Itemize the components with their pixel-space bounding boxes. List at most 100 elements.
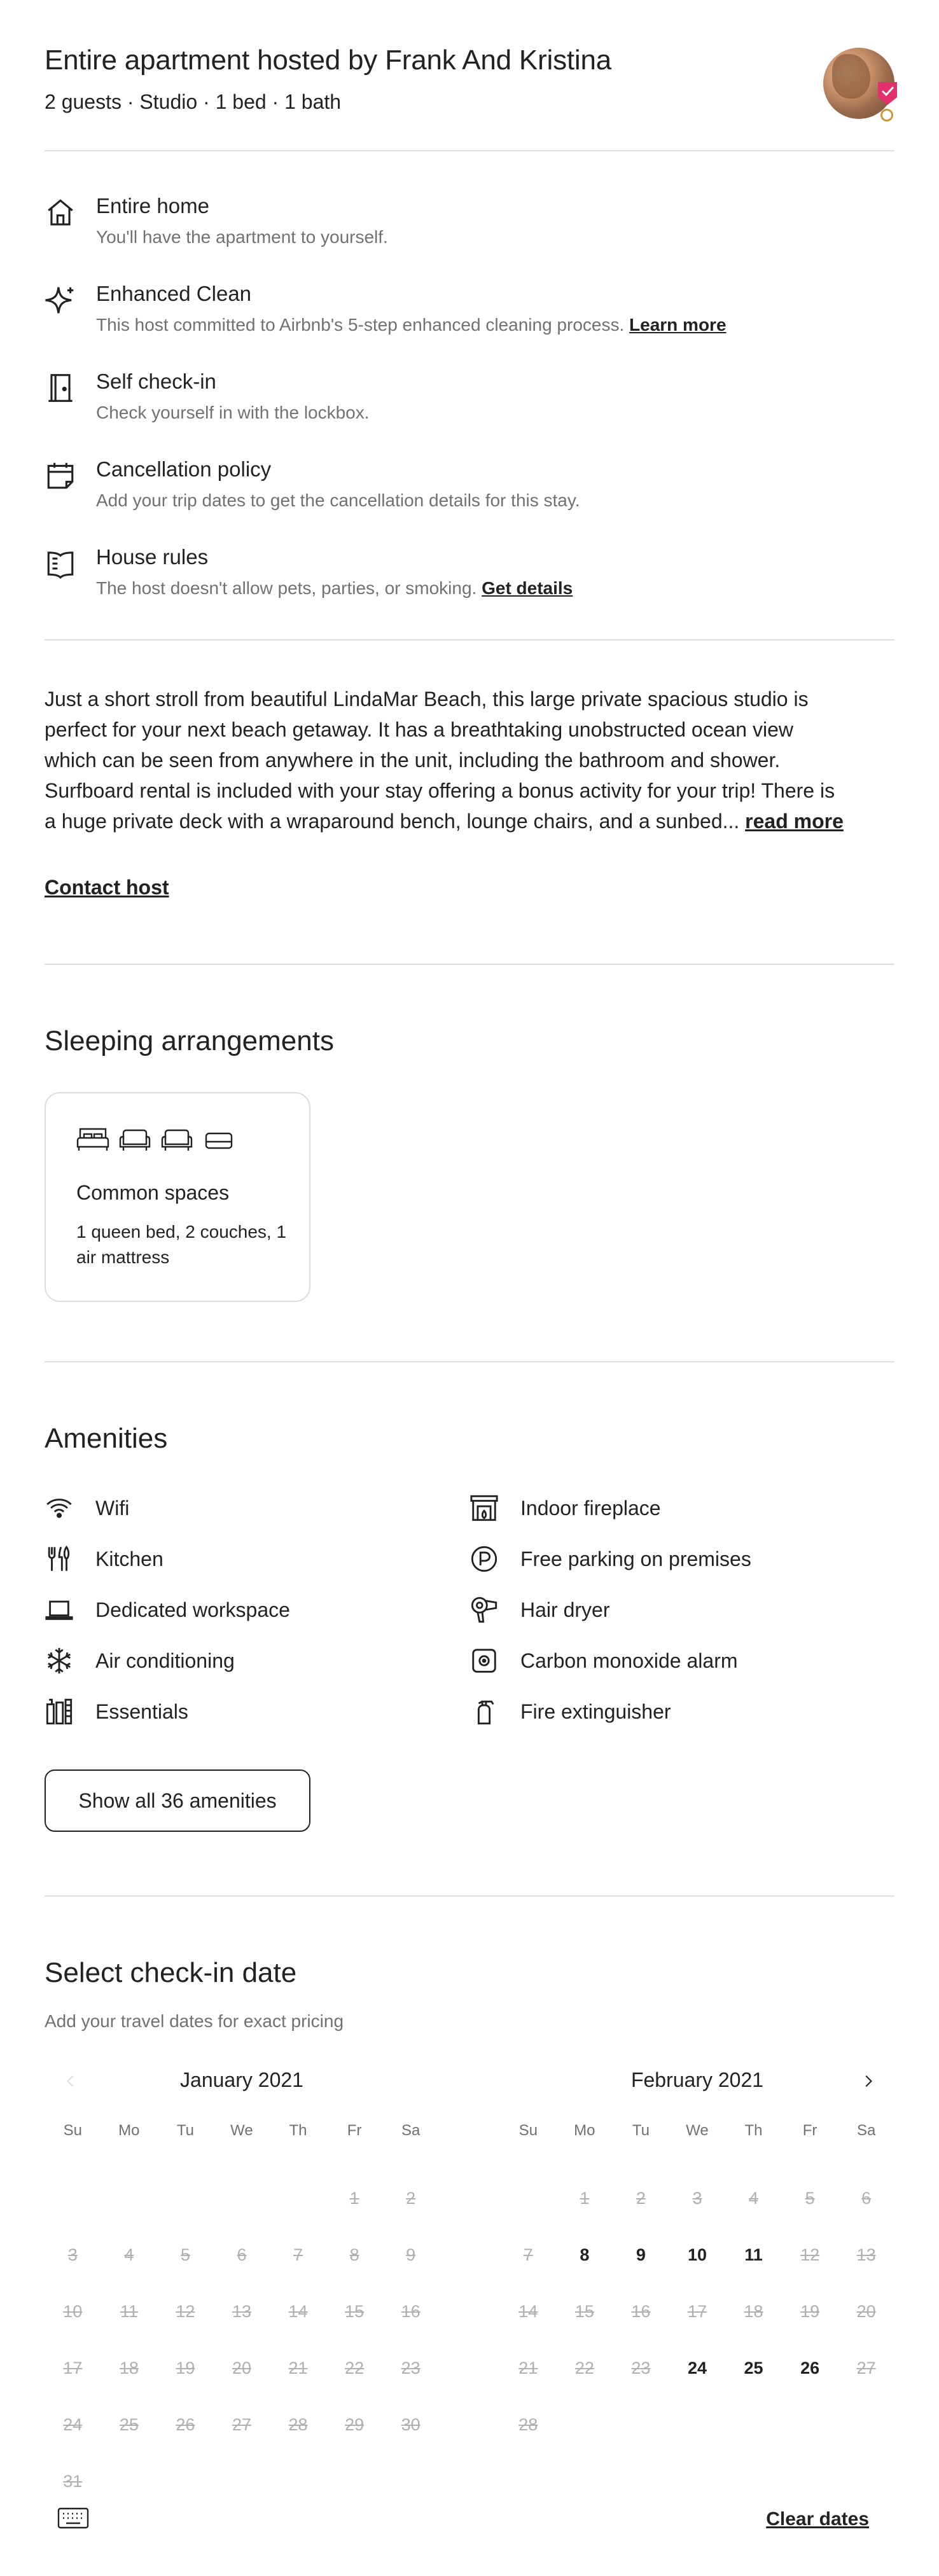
listing-description: Just a short stroll from beautiful Linda… xyxy=(45,641,894,965)
sleeping-icons xyxy=(76,1125,235,1153)
calendar-day-unavailable: 22 xyxy=(345,2358,365,2378)
calendar-day-unavailable: 18 xyxy=(744,2302,763,2321)
calendar-icon xyxy=(47,462,74,489)
amenity-fire-extinguisher: Fire extinguisher xyxy=(470,1696,671,1728)
parking-icon xyxy=(471,1546,497,1572)
highlight-title: Cancellation policy xyxy=(96,457,272,481)
amenities-section: Amenities Wifi Kitchen Dedicated workspa… xyxy=(45,1362,894,1897)
calendar-day-unavailable: 5 xyxy=(180,2245,190,2264)
calendar-day-unavailable: 30 xyxy=(401,2415,421,2434)
next-month-button[interactable] xyxy=(850,2063,886,2099)
description-line: a huge private deck with a wraparound be… xyxy=(45,810,844,833)
avatar-photo xyxy=(832,54,870,99)
amenity-wifi: Wifi xyxy=(45,1492,129,1524)
highlight-title: Enhanced Clean xyxy=(96,282,252,305)
weekday-label: Mo xyxy=(118,2122,140,2139)
calendar-day-unavailable: 6 xyxy=(237,2245,247,2264)
calendar-day-available[interactable]: 8 xyxy=(557,2227,613,2283)
calendar-day-unavailable: 27 xyxy=(856,2358,876,2378)
calendar-day-unavailable: 7 xyxy=(293,2245,303,2264)
calendar-day-unavailable: 26 xyxy=(176,2415,195,2434)
calendar-day-unavailable: 12 xyxy=(176,2302,195,2321)
show-all-amenities-button[interactable]: Show all 36 amenities xyxy=(45,1769,310,1832)
day-grid: 1 2 3 4 5 6 7 8 9 10 11 12 13 14 15 16 17 18 19 20 21 22 23 24 2… xyxy=(500,2170,894,2453)
section-title: Amenities xyxy=(45,1423,168,1454)
calendar-day-unavailable: 1 xyxy=(349,2189,359,2208)
listing-page: Entire apartment hosted by Frank And Kri… xyxy=(0,0,939,2576)
calendar-day-unavailable: 12 xyxy=(800,2245,820,2264)
essentials-icon xyxy=(46,1698,73,1725)
calendar-day-unavailable: 16 xyxy=(631,2302,651,2321)
sleeping-arrangements-section: Sleeping arrangements Common spaces 1 qu… xyxy=(45,965,894,1362)
superhost-badge-icon xyxy=(878,82,897,105)
bed-icon xyxy=(76,1128,109,1151)
calendar-day-unavailable: 23 xyxy=(631,2358,651,2378)
calendar-day-unavailable: 21 xyxy=(518,2358,538,2378)
verified-dot xyxy=(880,109,893,121)
calendar-day-unavailable: 2 xyxy=(406,2189,416,2208)
fireplace-icon xyxy=(470,1495,498,1521)
calendar-day-available[interactable]: 25 xyxy=(725,2340,782,2397)
amenity-hair-dryer: Hair dryer xyxy=(470,1594,609,1626)
host-avatar[interactable] xyxy=(823,48,897,121)
card-title: Common spaces xyxy=(76,1181,230,1204)
calendar-day-unavailable: 11 xyxy=(120,2302,138,2321)
calendar-day-available[interactable]: 24 xyxy=(669,2340,726,2397)
calendar-empty-cell xyxy=(101,2170,158,2227)
calendar-day-unavailable: 17 xyxy=(63,2358,83,2378)
amenity-parking: Free parking on premises xyxy=(470,1543,751,1575)
calendar-day-unavailable: 14 xyxy=(288,2302,308,2321)
calendar-day-unavailable: 25 xyxy=(119,2415,139,2434)
calendar-day-unavailable: 1 xyxy=(580,2189,590,2208)
description-line: Just a short stroll from beautiful Linda… xyxy=(45,688,809,710)
amenity-workspace: Dedicated workspace xyxy=(45,1594,290,1626)
month-title: February 2021 xyxy=(630,2068,764,2091)
calendar-day-available[interactable]: 26 xyxy=(782,2340,838,2397)
weekday-label: Su xyxy=(63,2122,82,2139)
section-title: Sleeping arrangements xyxy=(45,1025,334,1056)
get-details-link[interactable]: Get details xyxy=(482,578,573,598)
weekday-row: Su Mo Tu We Th Fr Sa xyxy=(45,2122,439,2140)
calendar-day-unavailable: 2 xyxy=(636,2189,646,2208)
fire-extinguisher-icon xyxy=(477,1700,494,1725)
calendar-empty-cell xyxy=(157,2170,214,2227)
amenity-essentials: Essentials xyxy=(45,1696,188,1728)
highlight-desc: This host committed to Airbnb's 5-step e… xyxy=(96,315,727,335)
calendar-day-available[interactable]: 10 xyxy=(669,2227,726,2283)
highlight-title: Entire home xyxy=(96,194,209,218)
sparkle-icon xyxy=(45,287,74,314)
calendar-day-unavailable: 24 xyxy=(63,2415,83,2434)
read-more-link[interactable]: read more xyxy=(745,810,844,833)
calendar-day-unavailable: 19 xyxy=(176,2358,195,2378)
snowflake-icon xyxy=(48,1647,71,1674)
amenity-ac: Air conditioning xyxy=(45,1645,235,1677)
amenity-kitchen: Kitchen xyxy=(45,1543,163,1575)
weekday-label: We xyxy=(230,2122,253,2139)
calendar-day-unavailable: 13 xyxy=(232,2302,251,2321)
weekday-label: Th xyxy=(289,2122,307,2139)
air-mattress-icon xyxy=(205,1132,233,1149)
calendar-day-unavailable: 16 xyxy=(401,2302,421,2321)
calendar-day-unavailable: 10 xyxy=(63,2302,83,2321)
calendar-day-unavailable: 18 xyxy=(119,2358,139,2378)
contact-host-link[interactable]: Contact host xyxy=(45,876,169,899)
learn-more-link[interactable]: Learn more xyxy=(629,315,727,335)
description-text: Just a short stroll from beautiful Linda… xyxy=(45,684,894,836)
calendar-day-unavailable: 15 xyxy=(574,2302,594,2321)
calendar-day-available[interactable]: 9 xyxy=(613,2227,669,2283)
keyboard-shortcuts-icon[interactable] xyxy=(57,2507,89,2529)
calendar-day-available[interactable]: 11 xyxy=(725,2227,782,2283)
weekday-label: Sa xyxy=(401,2122,421,2139)
calendar-day-unavailable: 6 xyxy=(861,2189,872,2208)
weekday-label: Mo xyxy=(574,2122,595,2139)
couch-icon xyxy=(161,1129,193,1151)
couch-icon xyxy=(119,1129,151,1151)
weekday-label: Fr xyxy=(802,2122,817,2139)
hair-dryer-icon xyxy=(471,1596,497,1623)
home-icon xyxy=(48,199,73,226)
clear-dates-link[interactable]: Clear dates xyxy=(766,2509,869,2530)
card-desc: 1 queen bed, 2 couches, 1 air mattress xyxy=(76,1222,287,1267)
calendar-empty-cell xyxy=(270,2170,326,2227)
calendar-day-unavailable: 17 xyxy=(687,2302,707,2321)
calendar-day-unavailable: 3 xyxy=(67,2245,78,2264)
